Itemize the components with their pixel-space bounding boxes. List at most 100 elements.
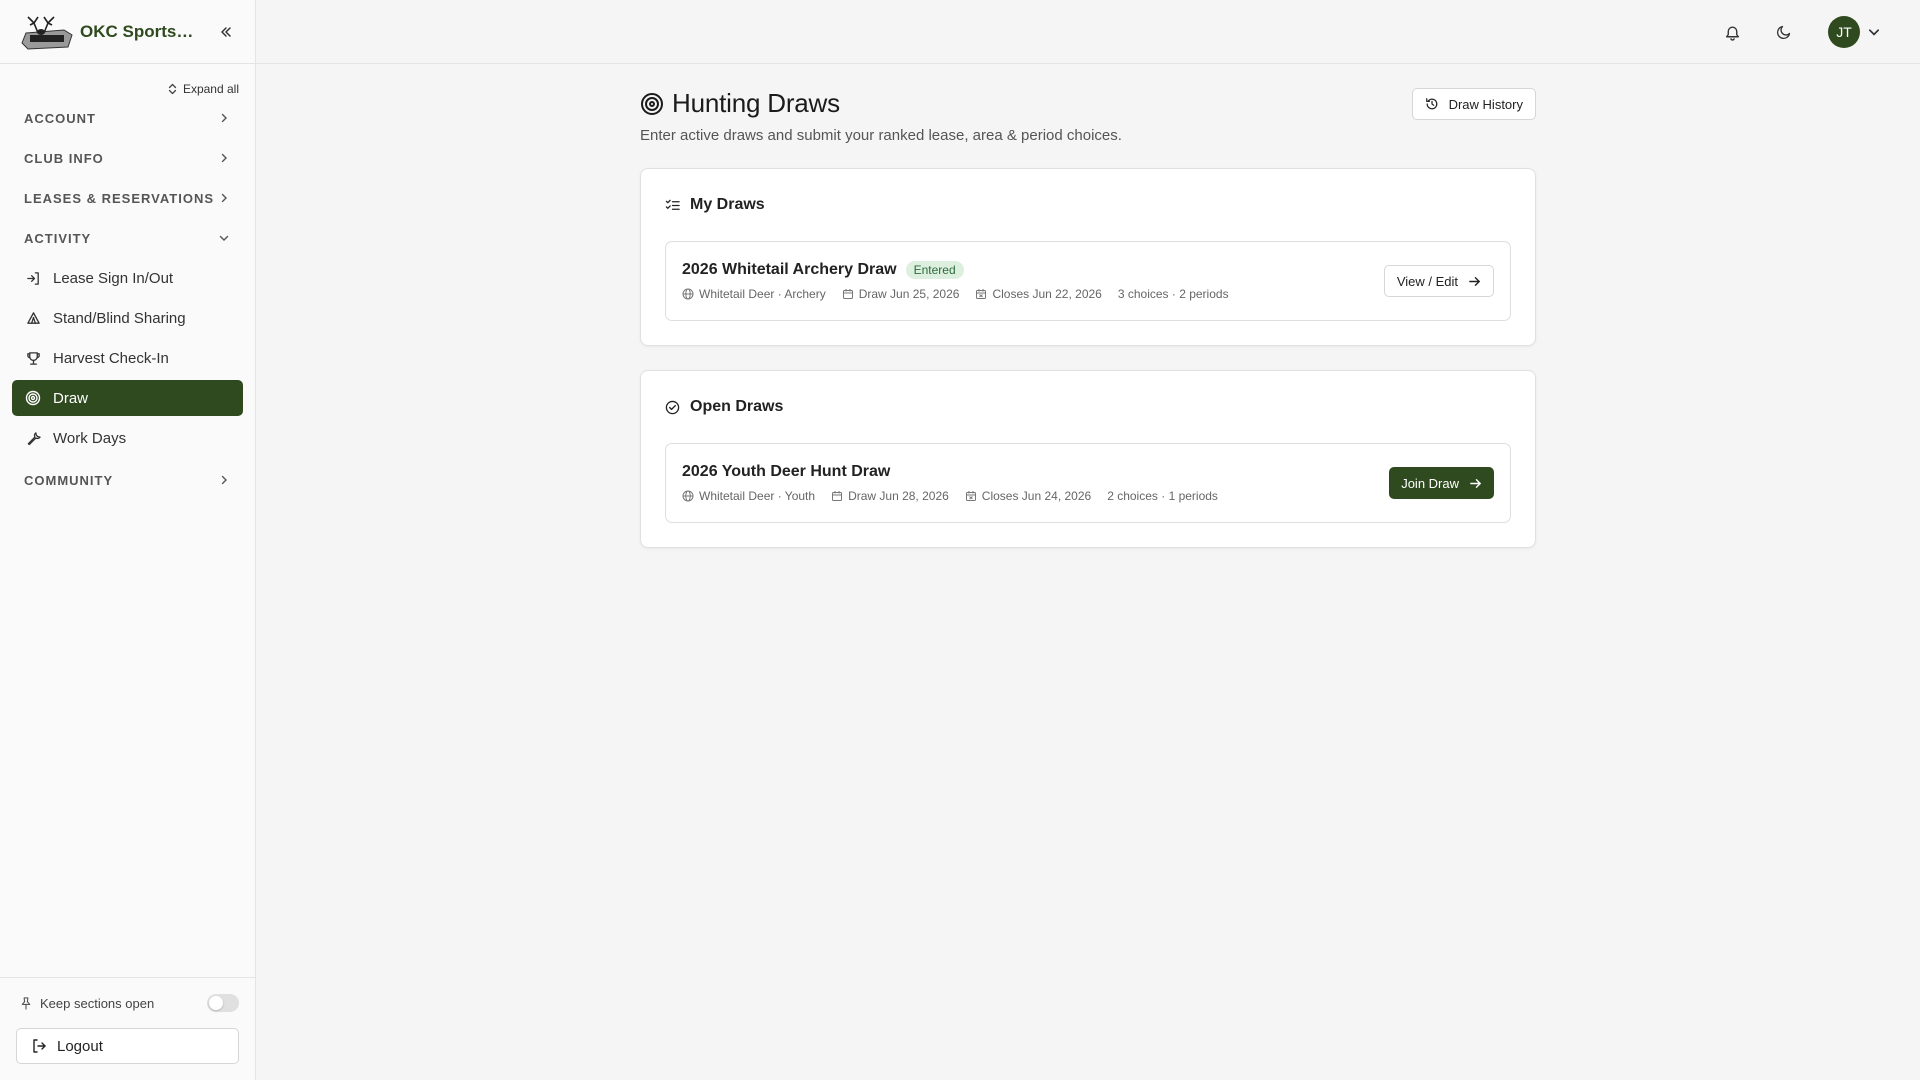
draw-history-label: Draw History [1448,96,1523,112]
draw-history-button[interactable]: Draw History [1411,88,1536,120]
draw-date-text: Draw Jun 28, 2026 [848,489,949,503]
sidebar-item-label: Lease Sign In/Out [53,269,174,287]
sidebar-item-stand-blind-sharing[interactable]: Stand/Blind Sharing [12,300,243,336]
page-title-row: Hunting Draws [640,88,1536,119]
open-draws-title-text: Open Draws [690,398,784,415]
section-leases[interactable]: LEASES & RESERVATIONS [0,178,255,218]
draw-closes-text: Closes Jun 24, 2026 [981,489,1092,503]
calendar-icon [832,491,843,501]
view-edit-button[interactable]: View / Edit [1383,265,1494,297]
target-icon [641,92,663,115]
sidebar-item-harvest-check-in[interactable]: Harvest Check-In [12,340,243,376]
logout-label: Logout [57,1037,103,1055]
open-draws-title: Open Draws [665,395,1511,419]
section-account[interactable]: ACCOUNT [0,98,255,138]
draw-closes: Closes Jun 22, 2026 [975,287,1102,301]
chevron-down-icon [1868,29,1880,36]
app-name: OKC Sportsma... [80,21,206,41]
list-checks-icon [665,199,680,210]
draw-name: 2026 Whitetail Archery Draw [682,261,897,278]
arrow-right-icon [1469,276,1480,286]
draw-choices: 2 choices · 1 periods [1107,489,1218,503]
top-actions: JT [1714,0,1880,64]
draw-species-text: Whitetail Deer · Youth [699,489,816,503]
section-leases-label: LEASES & RESERVATIONS [24,190,215,206]
chevron-right-icon [221,475,227,485]
view-edit-label: View / Edit [1396,273,1458,289]
draw-choices: 3 choices · 2 periods [1117,287,1229,301]
activity-nav: Lease Sign In/Out Stand/Blind Sharing Ha… [0,260,255,456]
join-draw-label: Join Draw [1401,475,1459,491]
page-subtitle: Enter active draws and submit your ranke… [640,127,1122,144]
section-club-info[interactable]: CLUB INFO [0,138,255,178]
page-header: Hunting Draws Enter active draws and sub… [640,88,1536,168]
open-draws-card: Open Draws 2026 Youth Deer Hunt Draw Whi… [640,370,1536,548]
draw-closes-text: Closes Jun 22, 2026 [992,287,1102,301]
draw-meta: Whitetail Deer · Youth Draw Jun 28, 2026… [682,489,1389,503]
pin-icon [20,996,32,1010]
sidebar-item-work-days[interactable]: Work Days [12,420,243,456]
draw-species: Whitetail Deer · Youth [682,489,815,503]
draw-species-text: Whitetail Deer · Archery [699,287,826,301]
draw-meta: Whitetail Deer · Archery Draw Jun 25, 20… [682,287,1384,301]
draw-name-row: 2026 Youth Deer Hunt Draw [682,463,1389,481]
chevron-right-icon [221,153,227,163]
sidebar-item-label: Work Days [53,429,127,447]
draw-item: 2026 Whitetail Archery Draw Entered Whit… [665,241,1511,321]
draw-name: 2026 Youth Deer Hunt Draw [682,463,891,480]
notifications-button[interactable] [1714,14,1750,50]
globe-icon [682,288,694,300]
sidebar-item-draw[interactable]: Draw [12,380,243,416]
topbar: JT [256,0,1920,64]
section-community[interactable]: COMMUNITY [0,460,255,500]
expand-all-label: Expand all [182,82,239,96]
my-draws-card: My Draws 2026 Whitetail Archery Draw Ent… [640,168,1536,346]
draw-info: 2026 Whitetail Archery Draw Entered Whit… [682,261,1384,301]
logout-button[interactable]: Logout [16,1028,239,1064]
section-community-label: COMMUNITY [24,472,114,488]
keep-sections-open-label: Keep sections open [40,995,155,1011]
status-badge: Entered [905,261,964,279]
chevron-down-icon [219,235,229,241]
bell-icon [1725,26,1739,41]
page-title: Hunting Draws [672,88,840,118]
draw-date: Draw Jun 28, 2026 [831,489,949,503]
draw-species: Whitetail Deer · Archery [682,287,826,301]
draw-date: Draw Jun 25, 2026 [842,287,959,301]
history-icon [1425,98,1437,110]
chevron-right-icon [221,113,227,123]
trophy-icon [25,350,41,366]
section-activity[interactable]: ACTIVITY [0,218,255,258]
logout-icon [33,1039,46,1053]
chevrons-left-icon [221,26,231,37]
user-menu[interactable]: JT [1828,16,1880,48]
calendar-x-icon [965,491,976,501]
brand-header: OKC Sportsma... [0,0,255,64]
tent-icon [25,310,41,326]
globe-icon [682,490,694,502]
main-content: Hunting Draws Enter active draws and sub… [640,88,1536,548]
draw-name-row: 2026 Whitetail Archery Draw Entered [682,261,1384,279]
check-circle-icon [665,400,680,414]
keep-sections-open-row: Keep sections open [16,992,239,1014]
wrench-icon [25,430,41,446]
collapse-sidebar-button[interactable] [213,19,239,45]
arrow-right-icon [1470,478,1481,488]
keep-sections-open-toggle[interactable] [207,994,239,1012]
target-icon [25,390,41,406]
join-draw-button[interactable]: Join Draw [1389,467,1494,499]
club-logo[interactable] [16,13,74,51]
sidebar-item-label: Draw [53,389,89,407]
sidebar: OKC Sportsma... Expand all ACCOUNT CLUB … [0,0,256,1080]
expand-all-button[interactable]: Expand all [167,82,239,96]
sidebar-item-lease-sign-in-out[interactable]: Lease Sign In/Out [12,260,243,296]
moon-icon [1776,25,1791,40]
theme-toggle-button[interactable] [1766,14,1802,50]
chevron-right-icon [221,193,227,203]
my-draws-title: My Draws [665,193,1511,217]
calendar-x-icon [976,289,987,299]
draw-info: 2026 Youth Deer Hunt Draw Whitetail Deer… [682,463,1389,503]
expand-row: Expand all [0,64,255,98]
sidebar-footer: Keep sections open Logout [0,977,255,1080]
chevrons-up-down-icon [168,83,177,95]
